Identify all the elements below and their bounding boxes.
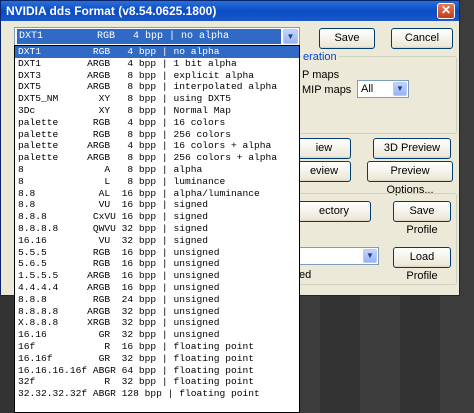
format-option[interactable]: 8.8.8.8 ARGB 32 bpp | unsigned — [15, 306, 299, 318]
mip-maps-count-label: MIP maps — [302, 84, 352, 96]
format-option[interactable]: 16.16 GR 32 bpp | unsigned — [15, 329, 299, 341]
cancel-button[interactable]: Cancel — [391, 28, 453, 49]
chevron-down-icon[interactable]: ▼ — [283, 29, 298, 44]
format-option[interactable]: 8.8.8.8 QWVU 32 bpp | signed — [15, 223, 299, 235]
chevron-down-icon[interactable]: ▼ — [393, 82, 407, 96]
mip-count-value: All — [361, 83, 374, 95]
format-option[interactable]: 8.8.8 CxVU 16 bpp | signed — [15, 211, 299, 223]
format-option[interactable]: DXT3 ARGB 8 bpp | explicit alpha — [15, 70, 299, 82]
format-option[interactable]: 32f R 32 bpp | floating point — [15, 376, 299, 388]
format-option[interactable]: 16.16.16.16f ABGR 64 bpp | floating poin… — [15, 365, 299, 377]
close-button[interactable]: ✕ — [437, 3, 455, 19]
format-option[interactable]: 32.32.32.32f ABGR 128 bpp | floating poi… — [15, 388, 299, 400]
partial-label-ed: ed — [299, 269, 312, 281]
format-option[interactable]: 16f R 16 bpp | floating point — [15, 341, 299, 353]
format-option[interactable]: 8.8 AL 16 bpp | alpha/luminance — [15, 188, 299, 200]
format-option[interactable]: 8.8 VU 16 bpp | signed — [15, 199, 299, 211]
profile-select[interactable]: ▼ — [297, 247, 379, 265]
format-dropdown-list[interactable]: DXT1 RGB 4 bpp | no alpha DXT1 ARGB 4 bpp… — [14, 45, 300, 413]
save-profile-button[interactable]: Save Profile — [393, 201, 451, 236]
format-option[interactable]: 1.5.5.5 ARGB 16 bpp | unsigned — [15, 270, 299, 282]
format-option[interactable]: DXT1 ARGB 4 bpp | 1 bit alpha — [15, 58, 299, 70]
load-profile-button[interactable]: Load Profile — [393, 247, 451, 282]
chevron-down-icon[interactable]: ▼ — [363, 249, 377, 263]
format-option[interactable]: 16.16f GR 32 bpp | floating point — [15, 353, 299, 365]
generation-label: eration — [301, 51, 339, 63]
mip-count-select[interactable]: All ▼ — [357, 80, 409, 98]
title-bar[interactable]: NVIDIA dds Format (v8.54.0625.1800) ✕ — [1, 1, 459, 21]
preview-3d-button[interactable]: 3D Preview — [373, 138, 451, 159]
format-option[interactable]: 16.16 VU 32 bpp | signed — [15, 235, 299, 247]
preview-options-button[interactable]: Preview Options... — [367, 161, 453, 196]
mip-maps-label: P maps — [302, 69, 340, 81]
format-option[interactable]: 4.4.4.4 ARGB 16 bpp | unsigned — [15, 282, 299, 294]
format-select-value: DXT1 RGB 4 bpp | no alpha — [17, 29, 281, 44]
format-option[interactable]: DXT1 RGB 4 bpp | no alpha — [15, 46, 299, 58]
format-option[interactable]: 3Dc XY 8 bpp | Normal Map — [15, 105, 299, 117]
format-select[interactable]: DXT1 RGB 4 bpp | no alpha ▼ — [14, 27, 300, 46]
preview-2d-button[interactable]: iew — [297, 138, 351, 159]
format-option[interactable]: DXT5 ARGB 8 bpp | interpolated alpha — [15, 81, 299, 93]
format-option[interactable]: palette RGB 4 bpp | 16 colors — [15, 117, 299, 129]
format-option[interactable]: palette RGB 8 bpp | 256 colors — [15, 129, 299, 141]
format-option[interactable]: DXT5_NM XY 8 bpp | using DXT5 — [15, 93, 299, 105]
format-option[interactable]: 8.8.8 RGB 24 bpp | unsigned — [15, 294, 299, 306]
review-button[interactable]: eview — [297, 161, 351, 182]
format-option[interactable]: palette ARGB 4 bpp | 16 colors + alpha — [15, 140, 299, 152]
directory-button[interactable]: ectory — [297, 201, 371, 222]
format-option[interactable]: X.8.8.8 XRGB 32 bpp | unsigned — [15, 317, 299, 329]
format-option[interactable]: 5.6.5 RGB 16 bpp | unsigned — [15, 258, 299, 270]
format-option[interactable]: 8 L 8 bpp | luminance — [15, 176, 299, 188]
format-option[interactable]: 5.5.5 RGB 16 bpp | unsigned — [15, 247, 299, 259]
window-title: NVIDIA dds Format (v8.54.0625.1800) — [6, 4, 217, 18]
format-option[interactable]: 8 A 8 bpp | alpha — [15, 164, 299, 176]
save-button[interactable]: Save — [319, 28, 375, 49]
format-option[interactable]: palette ARGB 8 bpp | 256 colors + alpha — [15, 152, 299, 164]
